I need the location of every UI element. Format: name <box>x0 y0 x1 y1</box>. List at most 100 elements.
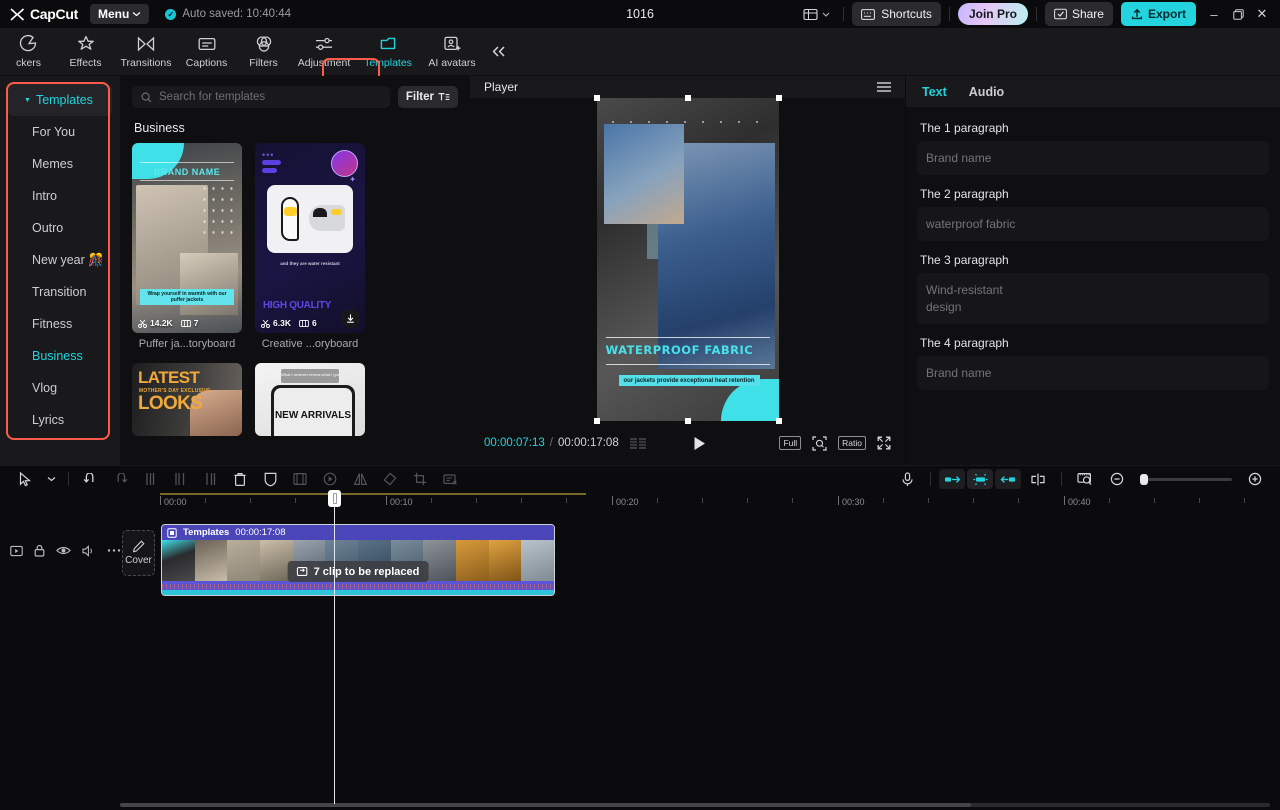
download-button[interactable] <box>341 309 360 328</box>
undo-button[interactable] <box>75 468 105 490</box>
lock-icon[interactable] <box>34 544 45 557</box>
clip-duration: 00:00:17:08 <box>235 527 285 538</box>
tab-effects[interactable]: Effects <box>57 28 114 75</box>
sidebar-item-outro[interactable]: Outro <box>8 212 112 244</box>
filter-button[interactable]: Filter <box>398 86 458 108</box>
sidebar-item-templates[interactable]: ▼ Templates <box>8 84 112 116</box>
playhead-handle[interactable] <box>328 490 341 507</box>
select-tool-dropdown[interactable] <box>40 468 62 490</box>
template-thumbnail[interactable]: LATEST MOTHER'S DAY EXCLUSIVE LOOKS <box>132 363 242 436</box>
preview-canvas[interactable]: WATERPROOF FABRIC our jackets provide ex… <box>597 98 779 421</box>
sidebar-item-for-you[interactable]: For You <box>8 116 112 148</box>
keyframe-add-button[interactable] <box>967 469 993 489</box>
keyframe-prev-button[interactable] <box>939 469 965 489</box>
search-input[interactable]: Search for templates <box>132 86 390 108</box>
crop-frame-button[interactable] <box>285 468 315 490</box>
mask-button[interactable] <box>255 468 285 490</box>
layout-switch-button[interactable] <box>798 3 835 25</box>
zoom-slider[interactable] <box>1140 478 1232 481</box>
cover-button[interactable]: Cover <box>122 530 155 576</box>
timeline-clip[interactable]: Templates 00:00:17:08 <box>161 524 555 596</box>
maximize-button[interactable] <box>1226 2 1250 26</box>
tab-audio[interactable]: Audio <box>969 85 1004 99</box>
template-thumbnail[interactable]: What I ordered versus what I got NEW ARR… <box>255 363 365 436</box>
keyframe-next-button[interactable] <box>995 469 1021 489</box>
tab-ai-avatars[interactable]: AI avatars <box>420 28 484 75</box>
timeline-preview-button[interactable] <box>1070 468 1100 490</box>
thumbnail-title-line2: LOOKS <box>138 395 202 412</box>
sidebar-item-lyrics[interactable]: Lyrics <box>8 404 112 436</box>
play-button[interactable] <box>693 436 706 451</box>
replace-clips-badge[interactable]: 7 clip to be replaced <box>288 561 429 582</box>
menu-button[interactable]: Menu <box>90 4 149 24</box>
resize-handle-br[interactable] <box>776 418 782 424</box>
fullscreen-icon[interactable] <box>877 436 891 450</box>
scrollbar-thumb[interactable] <box>120 803 971 807</box>
mirror-button[interactable] <box>345 468 375 490</box>
track-type-icon[interactable] <box>10 545 23 557</box>
rotate-button[interactable] <box>375 468 405 490</box>
tab-text[interactable]: Text <box>922 85 947 99</box>
split-button[interactable] <box>135 468 165 490</box>
redo-button[interactable] <box>105 468 135 490</box>
zoom-fit-icon[interactable] <box>812 436 827 451</box>
close-button[interactable]: ✕ <box>1250 2 1274 26</box>
trim-left-button[interactable] <box>165 468 195 490</box>
paragraph-input-2[interactable]: waterproof fabric <box>917 207 1269 241</box>
collapse-panel-button[interactable] <box>484 28 514 75</box>
tab-transitions[interactable]: Transitions <box>114 28 178 75</box>
ratio-button[interactable]: Ratio <box>838 436 866 450</box>
shortcuts-button[interactable]: Shortcuts <box>852 2 941 26</box>
more-options-icon[interactable] <box>107 548 121 553</box>
eye-icon[interactable] <box>56 545 71 556</box>
sidebar-item-intro[interactable]: Intro <box>8 180 112 212</box>
resize-handle-tl[interactable] <box>594 95 600 101</box>
split-at-playhead-button[interactable] <box>1023 468 1053 490</box>
template-card[interactable]: ••• ✦ ✦ and they are water resistant HIG… <box>255 143 365 350</box>
tab-templates[interactable]: Templates <box>356 28 420 75</box>
sidebar-item-memes[interactable]: Memes <box>8 148 112 180</box>
minimize-button[interactable]: – <box>1202 2 1226 26</box>
zoom-in-button[interactable] <box>1240 468 1270 490</box>
paragraph-input-4[interactable]: Brand name <box>917 356 1269 390</box>
template-thumbnail[interactable]: ••• ✦ ✦ and they are water resistant HIG… <box>255 143 365 333</box>
tab-filters[interactable]: Filters <box>235 28 292 75</box>
template-card[interactable]: BRAND NAME Wrap yourself in warmth with … <box>132 143 242 350</box>
player-menu-icon[interactable] <box>877 82 891 92</box>
timeline-ruler[interactable]: 00:00 00:10 00:20 00:30 00:40 <box>0 492 1280 514</box>
record-voiceover-button[interactable] <box>892 468 922 490</box>
template-thumbnail[interactable]: BRAND NAME Wrap yourself in warmth with … <box>132 143 242 333</box>
speed-button[interactable] <box>315 468 345 490</box>
resize-handle-bc[interactable] <box>685 418 691 424</box>
paragraph-input-1[interactable]: Brand name <box>917 141 1269 175</box>
export-button[interactable]: Export <box>1121 2 1196 26</box>
zoom-slider-handle[interactable] <box>1140 474 1148 485</box>
sidebar-item-new-year[interactable]: New year 🎊 <box>8 244 112 276</box>
sidebar-item-business[interactable]: Business <box>8 340 112 372</box>
remove-caption-button[interactable] <box>435 468 465 490</box>
delete-button[interactable] <box>225 468 255 490</box>
template-card[interactable]: LATEST MOTHER'S DAY EXCLUSIVE LOOKS <box>132 363 242 436</box>
template-card[interactable]: What I ordered versus what I got NEW ARR… <box>255 363 365 436</box>
zoom-out-button[interactable] <box>1102 468 1132 490</box>
sidebar-item-transition[interactable]: Transition <box>8 276 112 308</box>
trim-right-button[interactable] <box>195 468 225 490</box>
resize-handle-tc[interactable] <box>685 95 691 101</box>
paragraph-input-3[interactable]: Wind-resistant design <box>917 273 1269 323</box>
select-tool-button[interactable] <box>10 468 40 490</box>
tab-adjustment[interactable]: Adjustment <box>292 28 356 75</box>
resize-handle-bl[interactable] <box>594 418 600 424</box>
crop-button[interactable] <box>405 468 435 490</box>
sidebar-item-vlog[interactable]: Vlog <box>8 372 112 404</box>
full-button[interactable]: Full <box>779 436 801 450</box>
sidebar-item-fitness[interactable]: Fitness <box>8 308 112 340</box>
frames-icon[interactable] <box>630 438 647 449</box>
share-button[interactable]: Share <box>1045 2 1113 26</box>
resize-handle-tr[interactable] <box>776 95 782 101</box>
volume-icon[interactable] <box>82 545 96 557</box>
tab-stickers[interactable]: ckers <box>0 28 57 75</box>
decor-line <box>140 162 234 163</box>
tab-captions[interactable]: Captions <box>178 28 235 75</box>
timeline-hscrollbar[interactable] <box>120 803 1270 807</box>
join-pro-button[interactable]: Join Pro <box>958 3 1028 25</box>
